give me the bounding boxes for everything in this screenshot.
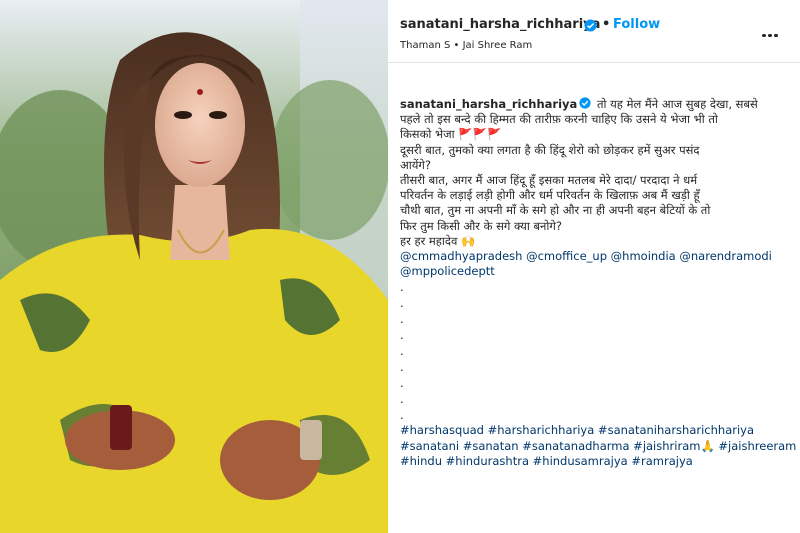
dot-spacer: . . . . . . . . . [400,279,792,423]
caption-line: परिवर्तन के लड़ाई लड़ी होगी और धर्म परिव… [400,188,700,203]
separator-dot: • [602,17,611,32]
spacer-dot: . [400,328,404,343]
more-options-icon[interactable] [762,22,782,37]
caption-line: चौथी बात, तुम ना अपनी माँ के सगे हो और न… [400,203,711,218]
post-caption: sanatani_harsha_richhariya तो यह मेल मैं… [400,97,796,469]
mentions[interactable]: @mppolicedeptt [400,264,792,279]
spacer-dot: . [400,344,404,359]
audio-attribution[interactable]: Thaman S • Jai Shree Ram [400,40,532,51]
caption-text: तो यह मेल मैंने आज सुबह देखा, सबसे [596,97,758,111]
caption-username[interactable]: sanatani_harsha_richhariya [400,97,577,111]
post-header: sanatani_harsha_richhariya • Follow Tham… [388,0,800,63]
hashtags[interactable]: #sanatani #sanatan #sanatanadharma #jais… [400,439,796,454]
caption-line: दूसरी बात, तुमको क्या लगता है की हिंदू श… [400,142,700,157]
caption-line: आयेंगे? [400,157,432,172]
spacer-dot: . [400,280,404,295]
hashtags[interactable]: #harshasquad #harsharichhariya #sanatani… [400,423,792,438]
photo-illustration [0,0,388,533]
spacer-dot: . [400,360,404,375]
spacer-dot: . [400,408,404,423]
caption-line: किसको भेजा 🚩🚩🚩 [400,127,792,142]
caption-line: हर हर महादेव 🙌 [400,233,476,248]
post-panel: sanatani_harsha_richhariya • Follow Tham… [388,0,800,533]
flag-emoji: 🚩🚩🚩 [458,127,502,142]
caption-line: फिर तुम किसी और के सगे क्या बनोगे? [400,218,562,233]
follow-button[interactable]: Follow [613,17,660,32]
mentions[interactable]: @cmmadhyapradesh @cmoffice_up @hmoindia … [400,249,792,264]
profile-username[interactable]: sanatani_harsha_richhariya [400,17,600,32]
post-photo[interactable] [0,0,388,533]
hashtags[interactable]: #hindu #hindurashtra #hindusamrajya #ram… [400,454,792,469]
verified-badge-icon [584,19,597,32]
caption-text: किसको भेजा [400,127,455,142]
spacer-dot: . [400,392,404,407]
caption-line: sanatani_harsha_richhariya तो यह मेल मैं… [400,97,792,112]
spacer-dot: . [400,312,404,327]
verified-badge-icon [579,97,591,109]
caption-line: तीसरी बात, अगर मैं आज हिंदू हूँ इसका मतल… [400,173,698,188]
spacer-dot: . [400,376,404,391]
spacer-dot: . [400,296,404,311]
caption-line: पहले तो इस बन्दे की हिम्मत की तारीफ़ करन… [400,112,718,127]
